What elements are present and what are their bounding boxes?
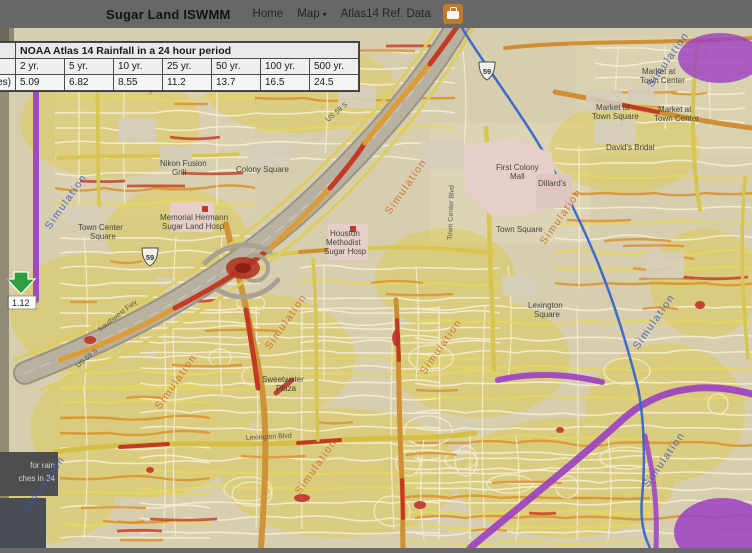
map-place-label: Houston — [330, 229, 360, 238]
map-place-label: Lexington — [528, 301, 563, 310]
caret-down-icon — [323, 10, 327, 19]
map-canvas[interactable]: 1.12 for rain ches in 24 Nikon FusionGri… — [0, 28, 752, 548]
app-title: Sugar Land ISWMM — [106, 7, 231, 22]
map-place-label: Nikon Fusion — [160, 159, 207, 168]
rainfall-table-title: NOAA Atlas 14 Rainfall in a 24 hour peri… — [16, 43, 359, 59]
menu-map-label: Map — [297, 8, 319, 20]
rainfall-head-spacer — [0, 59, 16, 75]
menu-map[interactable]: Map — [297, 8, 326, 20]
map-place-label: David's Bridal — [606, 143, 655, 152]
menu-atlas14-ref-data[interactable]: Atlas14 Ref. Data — [341, 8, 431, 20]
rainfall-title-spacer — [0, 43, 16, 59]
menu-atlas14-label: Atlas14 Ref. Data — [341, 8, 431, 20]
menu-home[interactable]: Home — [253, 8, 284, 20]
map-place-label: Plaza — [276, 384, 297, 393]
menu-home-label: Home — [253, 8, 284, 20]
map-place-label: Memorial Hermann — [160, 213, 228, 222]
map-place-label: Town Square — [592, 112, 639, 121]
rainfall-table: NOAA Atlas 14 Rainfall in a 24 hour peri… — [0, 42, 359, 91]
rainfall-value: 5.09 — [16, 75, 65, 91]
rainfall-row-label: (inches) — [0, 75, 16, 91]
rainfall-col-header: 25 yr. — [163, 59, 212, 75]
map-place-label: First Colony — [496, 163, 539, 172]
map-place-label: Methodist — [326, 238, 361, 247]
rainfall-col-header: 100 yr. — [261, 59, 310, 75]
map-place-label: Market at — [596, 103, 630, 112]
rainfall-col-header: 2 yr. — [16, 59, 65, 75]
map-place-label: Sugar Hosp — [324, 247, 367, 256]
map-place-label: Square — [534, 310, 560, 319]
rainfall-value: 13.7 — [212, 75, 261, 91]
rainfall-value: 6.82 — [65, 75, 114, 91]
hospital-icon — [202, 206, 208, 212]
app-action-button[interactable] — [443, 4, 463, 24]
marker-value: 1.12 — [12, 298, 30, 308]
map-place-label: Colony Square — [236, 165, 289, 174]
rainfall-col-header: 10 yr. — [114, 59, 163, 75]
map-place-label: Sugar Land Hosp — [162, 222, 225, 231]
rainfall-value: 16.5 — [261, 75, 310, 91]
map-place-label: Sweetwater — [262, 375, 304, 384]
app-header: Sugar Land ISWMM Home Map Atlas14 Ref. D… — [0, 0, 752, 28]
map-place-label: Dillard's — [538, 179, 566, 188]
map-place-label: Grill — [172, 168, 186, 177]
rainfall-col-header: 5 yr. — [65, 59, 114, 75]
rainfall-value: 11.2 — [163, 75, 212, 91]
map-stage: 1.12 for rain ches in 24 Nikon FusionGri… — [0, 28, 752, 548]
rainfall-col-header: 50 yr. — [212, 59, 261, 75]
map-place-label: Town Center — [78, 223, 123, 232]
map-place-label: Square — [90, 232, 116, 241]
rainfall-value: 24.5 — [310, 75, 359, 91]
map-place-label: Town Center — [654, 114, 699, 123]
map-place-label: Mall — [510, 172, 525, 181]
svg-text:59: 59 — [483, 67, 491, 76]
rainfall-col-header: 500 yr. — [310, 59, 359, 75]
rainfall-value: 8.55 — [114, 75, 163, 91]
svg-text:59: 59 — [146, 253, 154, 262]
map-place-label: Town Square — [496, 225, 543, 234]
map-place-label: Market at — [658, 105, 692, 114]
